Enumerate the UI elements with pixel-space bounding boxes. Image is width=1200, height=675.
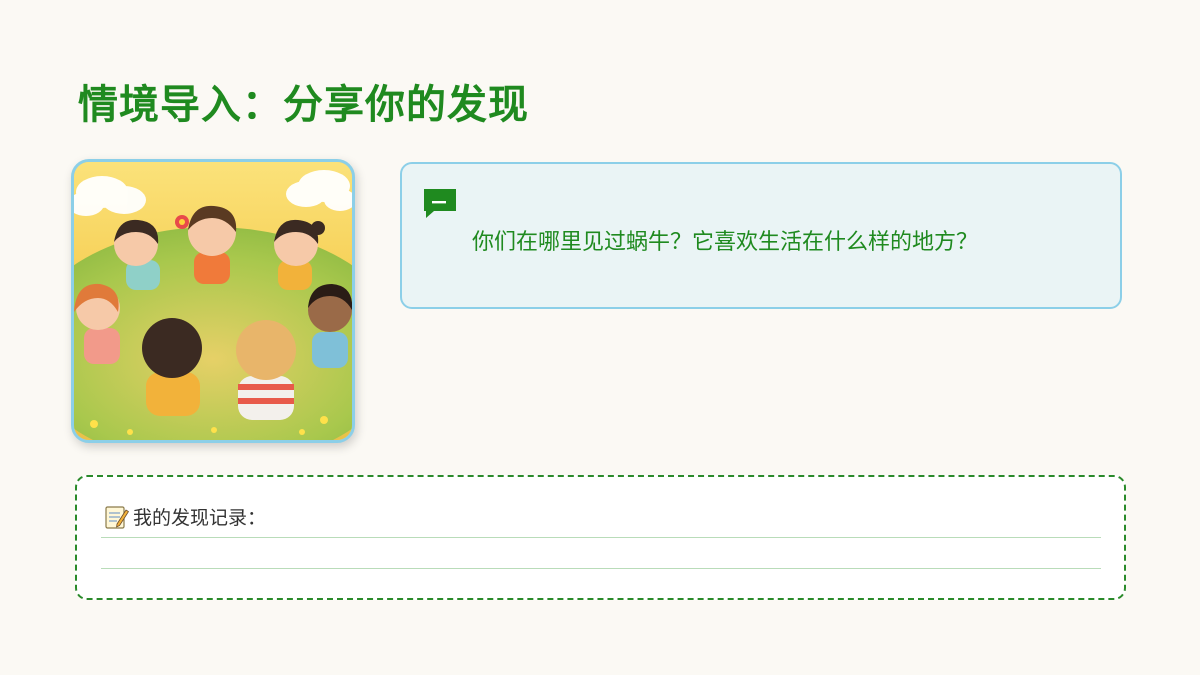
question-text: 你们在哪里见过蜗牛？它喜欢生活在什么样的地方？ xyxy=(472,230,979,255)
slide: 情境导入：分享你的发现 你们在哪里见过蜗牛？它喜欢生活在什么样的地方？ 我的发现… xyxy=(0,0,1200,675)
question-card: 你们在哪里见过蜗牛？它喜欢生活在什么样的地方？ xyxy=(400,162,1122,309)
page-title: 情境导入：分享你的发现 xyxy=(78,81,529,128)
chat-bubble-icon xyxy=(424,189,456,218)
memo-icon xyxy=(105,505,129,529)
writing-line-2[interactable] xyxy=(101,568,1101,569)
record-header: 我的发现记录： xyxy=(103,503,266,530)
discovery-record-box[interactable]: 我的发现记录： xyxy=(75,475,1126,600)
writing-line-1[interactable] xyxy=(101,537,1101,538)
record-label: 我的发现记录： xyxy=(133,507,267,529)
children-circle-illustration xyxy=(71,159,355,443)
